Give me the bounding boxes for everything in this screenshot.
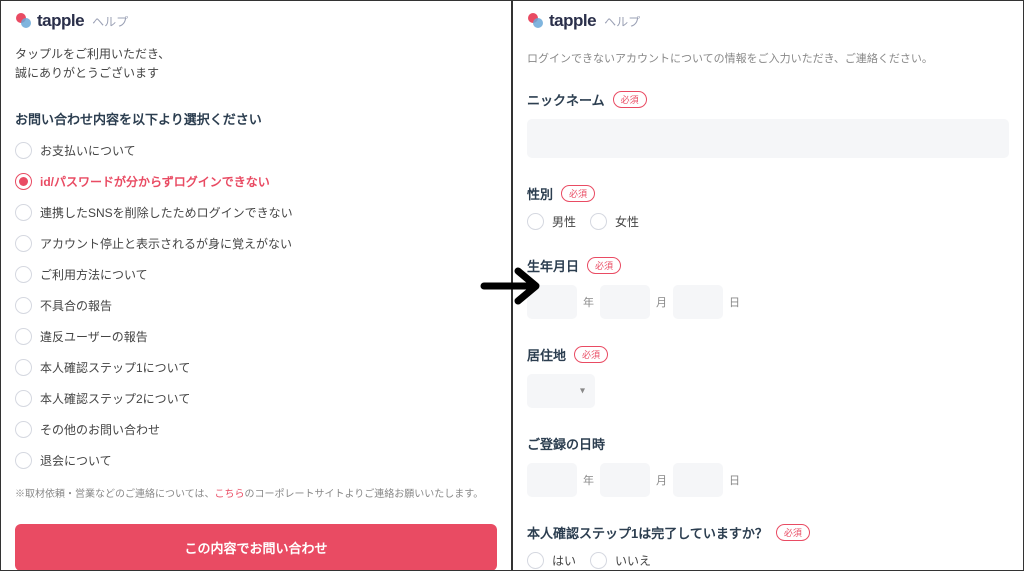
nickname-label: ニックネーム [527, 90, 605, 109]
nickname-field: ニックネーム 必須 [527, 90, 1009, 158]
year-unit: 年 [583, 294, 594, 310]
radio-label: 本人確認ステップ2について [40, 390, 190, 407]
inquiry-option[interactable]: 本人確認ステップ1について [15, 359, 497, 376]
header: tapple ヘルプ [1, 1, 511, 41]
logo-text: tapple [549, 11, 596, 31]
required-badge: 必須 [574, 346, 608, 363]
gender-field: 性別 必須 男性 女性 [527, 184, 1009, 230]
radio-label: お支払いについて [40, 142, 136, 159]
inquiry-option[interactable]: ご利用方法について [15, 266, 497, 283]
required-badge: 必須 [587, 257, 621, 274]
reg-date-field: ご登録の日時 年 月 日 [527, 434, 1009, 497]
radio-label: 不具合の報告 [40, 297, 112, 314]
radio-icon [15, 173, 32, 190]
logo-text: tapple [37, 11, 84, 31]
identity-label: 本人確認ステップ1は完了していますか？ [527, 523, 768, 542]
inquiry-option[interactable]: 違反ユーザーの報告 [15, 328, 497, 345]
radio-icon [15, 452, 32, 469]
birth-field: 生年月日 必須 年 月 日 [527, 256, 1009, 319]
reg-month-input[interactable] [600, 463, 650, 497]
month-unit: 月 [656, 294, 667, 310]
logo-icon [15, 12, 33, 30]
residence-select[interactable] [527, 374, 595, 408]
residence-label: 居住地 [527, 345, 566, 364]
inquiry-option[interactable]: 退会について [15, 452, 497, 469]
identity-field: 本人確認ステップ1は完了していますか？ 必須 はい いいえ [527, 523, 1009, 569]
radio-icon [590, 213, 607, 230]
inquiry-option[interactable]: 不具合の報告 [15, 297, 497, 314]
right-panel: tapple ヘルプ ログインできないアカウントについての情報をご入力いただき、… [512, 0, 1024, 571]
inquiry-options: お支払いについて id/パスワードが分からずログインできない連携したSNSを削除し… [15, 142, 497, 469]
logo[interactable]: tapple ヘルプ [527, 11, 640, 31]
day-unit: 日 [729, 294, 740, 310]
inquiry-option[interactable]: id/パスワードが分からずログインできない [15, 173, 497, 190]
radio-icon [15, 297, 32, 314]
radio-icon [15, 266, 32, 283]
intro-text: ログインできないアカウントについての情報をご入力いただき、ご連絡ください。 [527, 51, 1009, 68]
reg-year-input[interactable] [527, 463, 577, 497]
radio-icon [15, 142, 32, 159]
greeting: タップルをご利用いただき、 誠にありがとうございます [15, 45, 497, 83]
radio-label: 退会について [40, 452, 112, 469]
logo-icon [527, 12, 545, 30]
logo[interactable]: tapple ヘルプ [15, 11, 128, 31]
inquiry-option[interactable]: その他のお問い合わせ [15, 421, 497, 438]
inquiry-option[interactable]: お支払いについて [15, 142, 497, 159]
footnote-link[interactable]: こちら [215, 489, 245, 500]
identity-option-no[interactable]: いいえ [590, 552, 651, 569]
submit-button[interactable]: この内容でお問い合わせ [15, 524, 497, 571]
month-unit: 月 [656, 472, 667, 488]
radio-icon [527, 552, 544, 569]
inquiry-option[interactable]: 連携したSNSを削除したためログインできない [15, 204, 497, 221]
radio-icon [15, 204, 32, 221]
inquiry-option[interactable]: 本人確認ステップ2について [15, 390, 497, 407]
header: tapple ヘルプ [513, 1, 1023, 41]
nickname-input[interactable] [527, 119, 1009, 158]
radio-label: 違反ユーザーの報告 [40, 328, 148, 345]
radio-icon [15, 421, 32, 438]
radio-label: ご利用方法について [40, 266, 148, 283]
radio-icon [15, 235, 32, 252]
identity-option-yes[interactable]: はい [527, 552, 576, 569]
radio-label: はい [552, 552, 576, 569]
logo-section: ヘルプ [604, 13, 640, 30]
birth-day-input[interactable] [673, 285, 723, 319]
year-unit: 年 [583, 472, 594, 488]
radio-icon [590, 552, 607, 569]
radio-label: アカウント停止と表示されるが身に覚えがない [40, 235, 292, 252]
radio-label: 男性 [552, 213, 576, 230]
day-unit: 日 [729, 472, 740, 488]
footnote: ※取材依頼・営業などのご連絡については、こちらのコーポレートサイトよりご連絡お願… [15, 487, 497, 502]
radio-icon [15, 359, 32, 376]
birth-month-input[interactable] [600, 285, 650, 319]
reg-date-label: ご登録の日時 [527, 434, 605, 453]
radio-label: 女性 [615, 213, 639, 230]
reg-day-input[interactable] [673, 463, 723, 497]
required-badge: 必須 [776, 524, 810, 541]
required-badge: 必須 [613, 91, 647, 108]
logo-section: ヘルプ [92, 13, 128, 30]
gender-option-female[interactable]: 女性 [590, 213, 639, 230]
radio-icon [527, 213, 544, 230]
radio-label: いいえ [615, 552, 651, 569]
radio-icon [15, 328, 32, 345]
inquiry-option[interactable]: アカウント停止と表示されるが身に覚えがない [15, 235, 497, 252]
left-panel: tapple ヘルプ タップルをご利用いただき、 誠にありがとうございます お問… [0, 0, 512, 571]
required-badge: 必須 [561, 185, 595, 202]
birth-label: 生年月日 [527, 256, 579, 275]
radio-label: 本人確認ステップ1について [40, 359, 190, 376]
radio-label: その他のお問い合わせ [40, 421, 160, 438]
gender-label: 性別 [527, 184, 553, 203]
radio-icon [15, 390, 32, 407]
residence-field: 居住地 必須 [527, 345, 1009, 408]
birth-year-input[interactable] [527, 285, 577, 319]
radio-label: id/パスワードが分からずログインできない [40, 173, 270, 190]
radio-label: 連携したSNSを削除したためログインできない [40, 204, 293, 221]
gender-option-male[interactable]: 男性 [527, 213, 576, 230]
inquiry-prompt: お問い合わせ内容を以下より選択ください [15, 109, 497, 128]
